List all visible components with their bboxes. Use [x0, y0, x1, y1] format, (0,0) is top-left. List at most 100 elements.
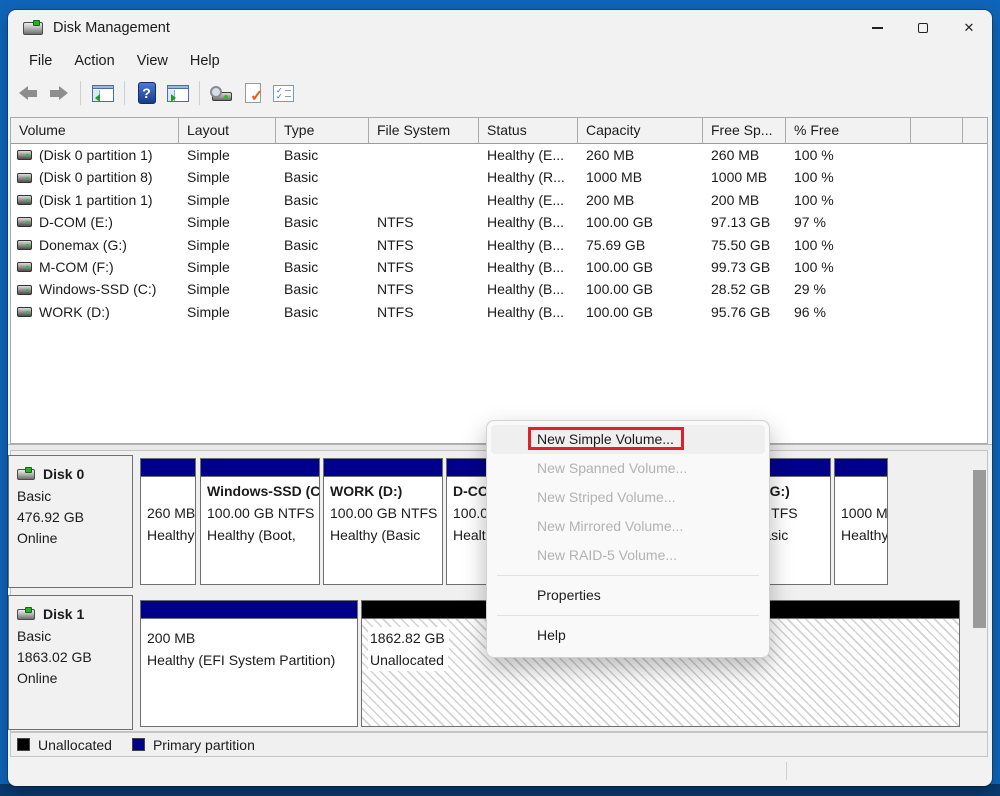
- cell-type: Basic: [276, 211, 369, 233]
- window-title: Disk Management: [53, 20, 170, 36]
- partition-windows-ssd[interactable]: Windows-SSD (C:)100.00 GB NTFSHealthy (B…: [200, 458, 320, 585]
- primary-partition-bar: [141, 601, 357, 619]
- volume-icon: [17, 150, 32, 160]
- menu-file[interactable]: File: [18, 50, 63, 72]
- cell-type: Basic: [276, 166, 369, 188]
- cell-file-system: NTFS: [369, 234, 479, 256]
- column-header-volume[interactable]: Volume: [11, 118, 179, 143]
- volume-icon: [17, 262, 32, 272]
- cell-free-space: 260 MB: [703, 144, 786, 166]
- menu-item-new-striped-volume: New Striped Volume...: [491, 483, 765, 512]
- cell-free-space: 99.73 GB: [703, 256, 786, 278]
- cell-type: Basic: [276, 278, 369, 300]
- table-row[interactable]: (Disk 0 partition 1) Simple Basic Health…: [11, 144, 987, 166]
- cell-layout: Simple: [179, 234, 276, 256]
- title-bar: Disk Management ✕: [8, 10, 992, 46]
- menu-action[interactable]: Action: [63, 50, 125, 72]
- table-row[interactable]: WORK (D:) Simple Basic NTFS Healthy (B..…: [11, 301, 987, 323]
- disk-icon: [17, 609, 35, 620]
- partition-disk0-efi[interactable]: 260 MBHealthy (: [140, 458, 196, 585]
- help-icon[interactable]: ?: [133, 80, 160, 107]
- cell-free-space: 75.50 GB: [703, 234, 786, 256]
- column-header-pct-free[interactable]: % Free: [786, 118, 911, 143]
- check-page-icon[interactable]: ✓: [239, 80, 266, 107]
- cell-capacity: 200 MB: [578, 189, 703, 211]
- primary-partition-bar: [141, 459, 195, 477]
- close-icon: ✕: [964, 20, 975, 36]
- column-header-file-system[interactable]: File System: [369, 118, 479, 143]
- close-button[interactable]: ✕: [946, 10, 992, 46]
- cell-file-system: NTFS: [369, 211, 479, 233]
- menu-view[interactable]: View: [126, 50, 179, 72]
- cell-capacity: 100.00 GB: [578, 278, 703, 300]
- forward-arrow-icon[interactable]: [45, 80, 72, 107]
- disk-kind: Basic: [17, 626, 132, 647]
- cell-capacity: 75.69 GB: [578, 234, 703, 256]
- volume-icon: [17, 285, 32, 295]
- disk-size: 476.92 GB: [17, 507, 132, 528]
- volume-icon: [17, 240, 32, 250]
- cell-layout: Simple: [179, 301, 276, 323]
- cell-capacity: 100.00 GB: [578, 256, 703, 278]
- cell-free-space: 1000 MB: [703, 166, 786, 188]
- table-row[interactable]: (Disk 1 partition 1) Simple Basic Health…: [11, 189, 987, 211]
- toolbar-separator: [80, 81, 81, 105]
- cell-layout: Simple: [179, 166, 276, 188]
- menu-bar: File Action View Help: [8, 46, 992, 76]
- show-action-pane-icon[interactable]: [164, 80, 191, 107]
- legend-bar: Unallocated Primary partition: [10, 732, 988, 757]
- cell-layout: Simple: [179, 211, 276, 233]
- disk0-label[interactable]: Disk 0 Basic 476.92 GB Online: [8, 455, 133, 588]
- partition-disk0-recovery[interactable]: 1000 MBHealthy: [834, 458, 888, 585]
- menu-separator: [497, 575, 759, 576]
- column-header-capacity[interactable]: Capacity: [578, 118, 703, 143]
- partition-work[interactable]: WORK (D:)100.00 GB NTFSHealthy (Basic: [323, 458, 443, 585]
- disk-drive-icon: [23, 22, 43, 35]
- cell-pct-free: 97 %: [786, 211, 911, 233]
- partition-disk1-efi[interactable]: 200 MBHealthy (EFI System Partition): [140, 600, 358, 727]
- menu-item-new-mirrored-volume: New Mirrored Volume...: [491, 512, 765, 541]
- menu-item-properties[interactable]: Properties: [491, 581, 765, 610]
- back-arrow-icon[interactable]: [14, 80, 41, 107]
- table-row[interactable]: (Disk 0 partition 8) Simple Basic Health…: [11, 166, 987, 188]
- cell-layout: Simple: [179, 189, 276, 211]
- maximize-button[interactable]: [900, 10, 946, 46]
- table-row[interactable]: D-COM (E:) Simple Basic NTFS Healthy (B.…: [11, 211, 987, 233]
- cell-status: Healthy (B...: [479, 256, 578, 278]
- menu-item-help[interactable]: Help: [491, 621, 765, 650]
- volume-icon: [17, 173, 32, 183]
- column-header-layout[interactable]: Layout: [179, 118, 276, 143]
- table-row[interactable]: M-COM (F:) Simple Basic NTFS Healthy (B.…: [11, 256, 987, 278]
- cell-free-space: 97.13 GB: [703, 211, 786, 233]
- cell-capacity: 260 MB: [578, 144, 703, 166]
- cell-capacity: 100.00 GB: [578, 301, 703, 323]
- cell-file-system: NTFS: [369, 256, 479, 278]
- cell-volume: (Disk 0 partition 1): [39, 144, 153, 166]
- cell-free-space: 200 MB: [703, 189, 786, 211]
- list-checks-icon[interactable]: ✓✓: [270, 80, 297, 107]
- vertical-scrollbar-thumb[interactable]: [973, 470, 986, 628]
- disk1-label[interactable]: Disk 1 Basic 1863.02 GB Online: [8, 595, 133, 730]
- table-row[interactable]: Donemax (G:) Simple Basic NTFS Healthy (…: [11, 234, 987, 256]
- cell-capacity: 1000 MB: [578, 166, 703, 188]
- cell-volume: Donemax (G:): [39, 234, 127, 256]
- column-header-free-space[interactable]: Free Sp...: [703, 118, 786, 143]
- column-header-type[interactable]: Type: [276, 118, 369, 143]
- cell-volume: M-COM (F:): [39, 256, 114, 278]
- table-row[interactable]: Windows-SSD (C:) Simple Basic NTFS Healt…: [11, 278, 987, 300]
- disk-name: Disk 1: [43, 604, 84, 625]
- cell-volume: WORK (D:): [39, 301, 110, 323]
- menu-help[interactable]: Help: [179, 50, 231, 72]
- cell-free-space: 28.52 GB: [703, 278, 786, 300]
- minimize-button[interactable]: [854, 10, 900, 46]
- column-header-empty: [963, 118, 987, 143]
- unallocated-swatch: [17, 738, 30, 751]
- show-console-tree-icon[interactable]: [89, 80, 116, 107]
- cell-capacity: 100.00 GB: [578, 211, 703, 233]
- disk-rescan-icon[interactable]: [208, 80, 235, 107]
- disk-name: Disk 0: [43, 464, 84, 485]
- cell-pct-free: 100 %: [786, 166, 911, 188]
- cell-status: Healthy (B...: [479, 278, 578, 300]
- cell-pct-free: 100 %: [786, 256, 911, 278]
- column-header-status[interactable]: Status: [479, 118, 578, 143]
